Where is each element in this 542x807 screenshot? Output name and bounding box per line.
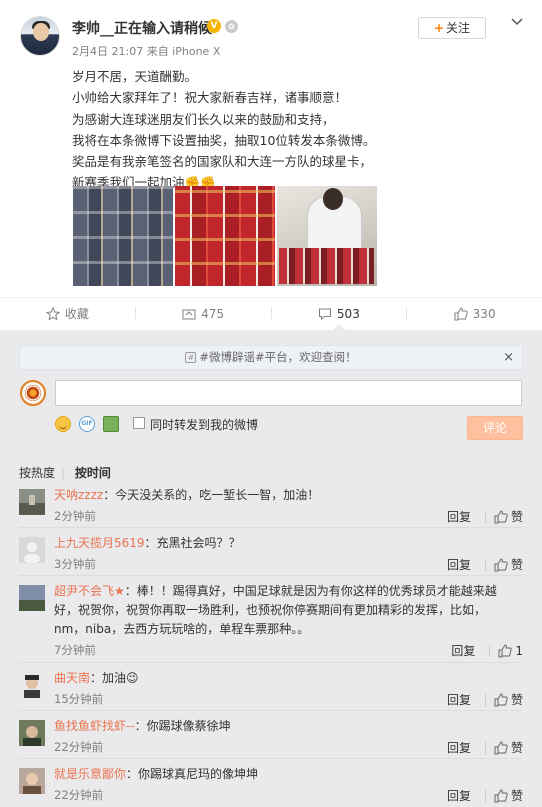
- commenter-avatar[interactable]: [19, 720, 45, 746]
- like-button[interactable]: 330: [407, 298, 542, 329]
- comment-like-button[interactable]: 赞: [494, 691, 523, 708]
- commenter-avatar[interactable]: [19, 537, 45, 563]
- author-avatar[interactable]: [20, 16, 60, 56]
- post-action-bar: 收藏 475 503 330: [0, 297, 542, 329]
- member-badge-icon: ✿: [225, 20, 238, 33]
- commenter-name[interactable]: 天呐zzzz: [54, 488, 103, 502]
- comment-text: ：今天没关系的，吃一堑长一智，加油！: [103, 488, 320, 502]
- comment-time: 15分钟前: [54, 692, 104, 706]
- chevron-down-icon[interactable]: [510, 15, 524, 29]
- comment-text: ：加油😉: [90, 671, 139, 685]
- weibo-post: 李帅__正在输入请稍候 V ✿ + 关注 2月4日 21:07 来自 iPhone…: [0, 0, 542, 330]
- author-name[interactable]: 李帅__正在输入请稍候: [72, 18, 212, 38]
- comment-text: ：你踢球像蔡徐坤: [134, 719, 231, 733]
- comment-time: 2分钟前: [54, 509, 96, 523]
- commenter-name[interactable]: 上九天揽月5619: [54, 536, 145, 550]
- commenter-avatar[interactable]: [19, 768, 45, 794]
- verified-badge-icon: V: [207, 19, 221, 33]
- comment-like-button[interactable]: 赞: [494, 787, 523, 804]
- reply-button[interactable]: 回复: [447, 787, 481, 804]
- comment-item: 超尹不会飞★：棒！！踢得真好，中国足球就是因为有你这样的优秀球员才能越来越好，祝…: [19, 582, 523, 663]
- commenter-name[interactable]: 鱼找鱼虾找虾--: [54, 719, 135, 733]
- commenter-avatar[interactable]: [19, 585, 45, 611]
- comment-input[interactable]: [55, 380, 522, 406]
- comment-like-button[interactable]: 1: [498, 644, 523, 658]
- post-text: 岁月不居，天道酬勤。 小帅给大家拜年了！祝大家新春吉祥，诸事顺意！ 为感谢大连球…: [72, 69, 376, 191]
- thumbs-up-icon: [494, 740, 508, 754]
- comment-time: 22分钟前: [54, 788, 104, 802]
- post-photo-1[interactable]: [73, 186, 173, 286]
- reply-button[interactable]: 回复: [447, 556, 481, 573]
- comment-like-button[interactable]: 赞: [494, 508, 523, 525]
- commenter-name[interactable]: 曲天南: [54, 671, 90, 685]
- comment-item: 鱼找鱼虾找虾--：你踢球像蔡徐坤 22分钟前 回复 赞: [19, 717, 523, 759]
- comment-icon: [318, 308, 331, 320]
- thumbs-up-icon: [494, 557, 508, 571]
- comment-time: 3分钟前: [54, 557, 96, 571]
- commenter-avatar[interactable]: [19, 489, 45, 515]
- reply-button[interactable]: 回复: [447, 739, 481, 756]
- thumbs-up-icon: [494, 788, 508, 802]
- repost-button[interactable]: 475: [136, 298, 271, 329]
- reply-button[interactable]: 回复: [447, 508, 481, 525]
- post-photo-2[interactable]: [175, 186, 275, 286]
- commenter-name[interactable]: 超尹不会飞★: [54, 584, 125, 598]
- repost-icon: [182, 309, 196, 319]
- comment-time: 22分钟前: [54, 740, 104, 754]
- follow-button[interactable]: + 关注: [418, 17, 486, 39]
- reply-button[interactable]: 回复: [451, 642, 485, 659]
- thumbs-up-icon: [454, 306, 468, 320]
- rumor-notice[interactable]: # #微博辟谣#平台，欢迎查阅！ ×: [19, 345, 523, 370]
- plus-icon: +: [433, 21, 445, 35]
- hashtag-icon: #: [185, 352, 197, 363]
- comment-item: 上九天揽月5619：充黑社会吗？？ 3分钟前 回复 赞: [19, 534, 523, 576]
- comment-item: 天呐zzzz：今天没关系的，吃一堑长一智，加油！ 2分钟前 回复 赞: [19, 486, 523, 528]
- thumbs-up-icon: [494, 509, 508, 523]
- comment-text: ：你踢球真尼玛的像坤坤: [126, 767, 259, 781]
- image-icon[interactable]: [103, 416, 119, 432]
- post-photo-3[interactable]: [277, 186, 377, 286]
- emoji-icon[interactable]: [55, 416, 71, 432]
- comment-time: 7分钟前: [54, 643, 96, 657]
- star-icon: [45, 306, 60, 321]
- commenter-avatar[interactable]: [19, 672, 45, 698]
- comment-item: 曲天南：加油😉 15分钟前 回复 赞: [19, 669, 523, 711]
- comment-sort: 按热度 | 按时间: [19, 466, 111, 480]
- thumbs-up-icon: [494, 692, 508, 706]
- composer-tools: GIF: [55, 415, 119, 433]
- comments-section: # #微博辟谣#平台，欢迎查阅！ × GIF 同时转发到我的微博 评论 按热度 | …: [0, 330, 542, 807]
- comment-text: ：充黑社会吗？？: [144, 536, 241, 550]
- gif-icon[interactable]: GIF: [79, 416, 95, 432]
- comment-item: 就是乐意鄙你：你踢球真尼玛的像坤坤 22分钟前 回复 赞: [19, 765, 523, 807]
- repost-label: 同时转发到我的微博: [150, 418, 259, 432]
- repost-checkbox[interactable]: [133, 417, 145, 429]
- comment-like-button[interactable]: 赞: [494, 739, 523, 756]
- comment-like-button[interactable]: 赞: [494, 556, 523, 573]
- sort-by-time[interactable]: 按时间: [75, 466, 111, 480]
- commenter-name[interactable]: 就是乐意鄙你: [54, 767, 126, 781]
- post-meta: 2月4日 21:07 来自 iPhone X: [72, 45, 221, 58]
- favorite-button[interactable]: 收藏: [0, 298, 135, 329]
- reply-button[interactable]: 回复: [447, 691, 481, 708]
- thumbs-up-icon: [498, 643, 513, 657]
- close-icon[interactable]: ×: [503, 346, 514, 369]
- submit-comment-button[interactable]: 评论: [467, 416, 523, 440]
- my-avatar: [20, 380, 46, 406]
- sort-by-hot[interactable]: 按热度: [19, 466, 55, 480]
